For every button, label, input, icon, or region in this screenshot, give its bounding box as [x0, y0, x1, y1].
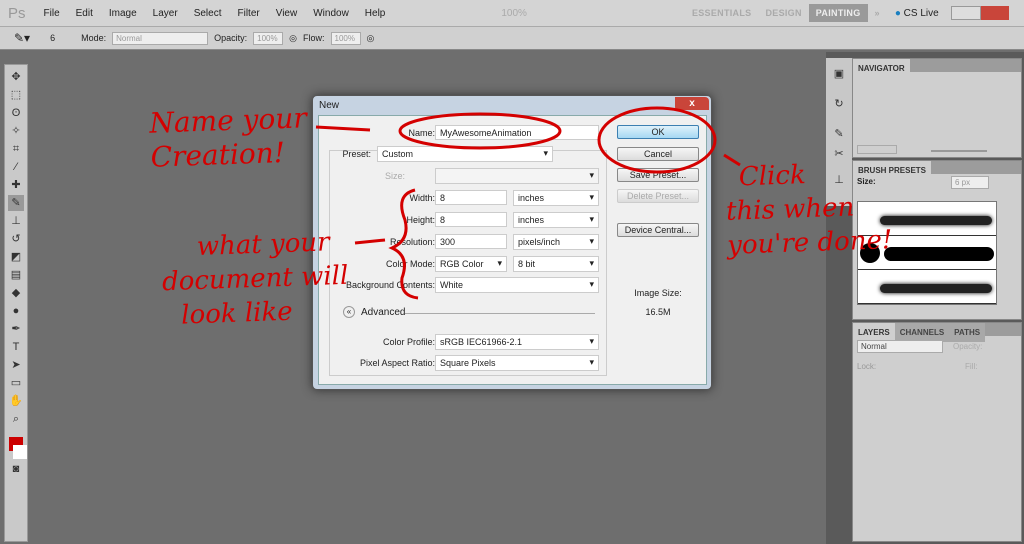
- name-circle: [398, 112, 562, 150]
- settings-brace: [388, 188, 419, 300]
- annotation-click: Click this when you're done!: [725, 160, 893, 261]
- settings-arrow: [354, 238, 386, 245]
- annotation-marks: [315, 106, 741, 300]
- annotation-look: what your document will look like: [161, 227, 349, 331]
- annotation-name: Name your Creation!: [148, 101, 308, 174]
- ok-circle: [597, 106, 717, 174]
- name-arrow: [315, 125, 371, 132]
